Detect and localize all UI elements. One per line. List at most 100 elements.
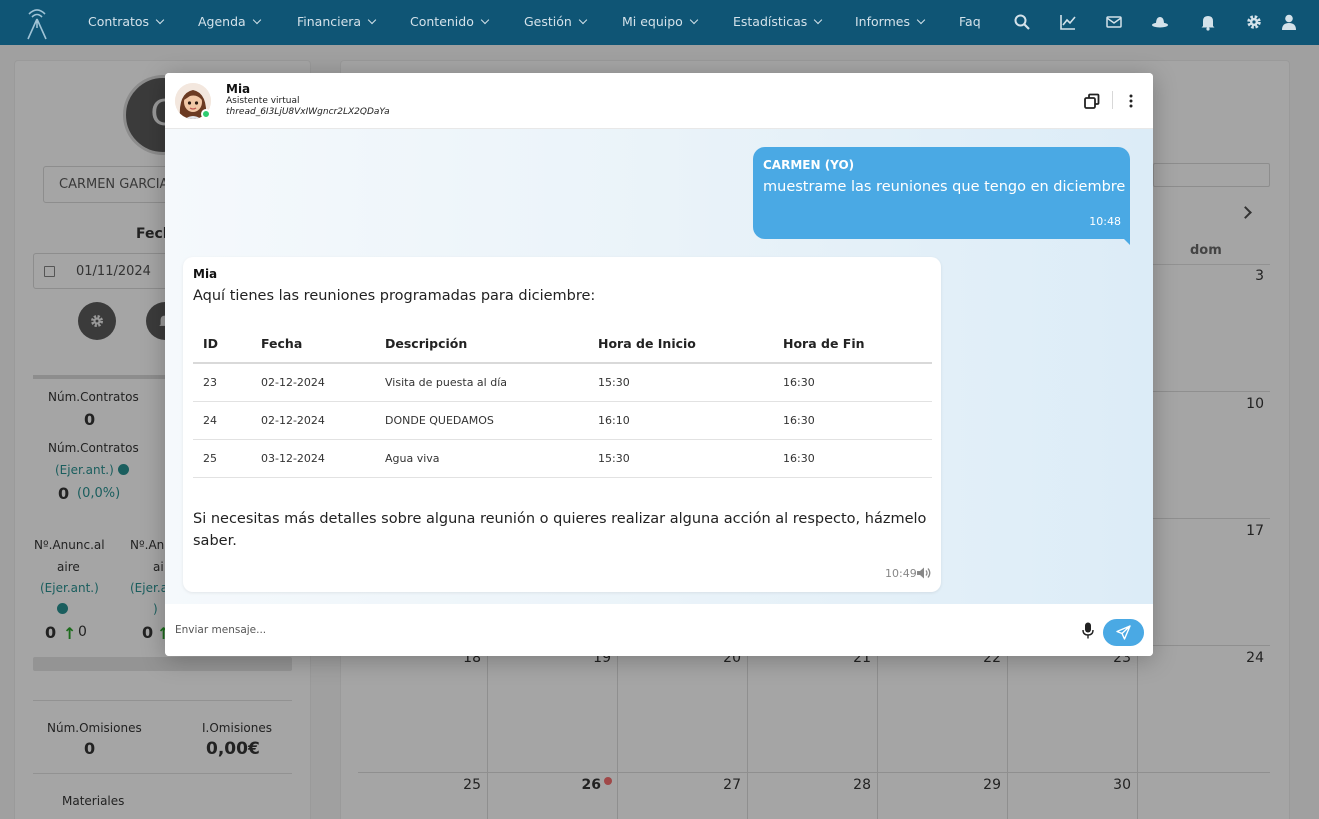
divider — [33, 773, 292, 774]
info-icon[interactable] — [57, 603, 68, 614]
hat-icon[interactable] — [1151, 13, 1169, 31]
contratos-prev-pct: (0,0%) — [77, 486, 121, 501]
calendar-day-today[interactable]: 26 — [488, 773, 618, 819]
online-status-icon — [201, 109, 211, 119]
table-cell: 16:30 — [773, 401, 932, 440]
calendar-day[interactable]: 30 — [1008, 773, 1138, 819]
table-cell: 16:30 — [773, 363, 932, 402]
calendar-day[interactable]: 19 — [488, 646, 618, 773]
nav-financiera[interactable]: Financiera — [297, 0, 377, 45]
nav-contenido[interactable]: Contenido — [410, 0, 490, 45]
date-from-value: 01/11/2024 — [76, 264, 151, 279]
message-intro: Aquí tienes las reuniones programadas pa… — [193, 288, 596, 304]
table-cell: 16:30 — [773, 439, 932, 478]
table-cell: 24 — [193, 401, 251, 440]
date-from-field[interactable]: 01/11/2024 - — [33, 253, 173, 314]
calendar-day[interactable]: 24 — [1138, 646, 1270, 773]
logo-icon[interactable] — [24, 6, 50, 40]
calendar-day[interactable]: 21 — [748, 646, 878, 773]
calendar-day[interactable]: 28 — [748, 773, 878, 819]
chevron-down-icon — [689, 15, 699, 25]
nav-mi-equipo[interactable]: Mi equipo — [622, 0, 699, 45]
table-cell: 02-12-2024 — [251, 363, 375, 402]
nav-informes-label: Informes — [855, 14, 910, 29]
chevron-down-icon — [367, 15, 377, 25]
message-text: muestrame las reuniones que tengo en dic… — [763, 179, 1126, 195]
assistant-message: Mia Aquí tienes las reuniones programada… — [183, 257, 941, 592]
chat-messages[interactable]: CARMEN (YO) muestrame las reuniones que … — [165, 129, 1153, 604]
nav-faq-label: Faq — [959, 14, 981, 29]
chevron-down-icon — [814, 15, 823, 25]
nav-gestion[interactable]: Gestión — [524, 0, 588, 45]
anunc-prev-value: 0 — [78, 624, 87, 640]
message-sender: Mia — [193, 267, 218, 281]
calendar-day[interactable]: 29 — [878, 773, 1008, 819]
table-cell: Visita de puesta al día — [375, 363, 588, 402]
chevron-down-icon — [578, 15, 588, 25]
table-cell: DONDE QUEDAMOS — [375, 401, 588, 440]
contratos-label: Núm.Contratos — [48, 390, 139, 404]
nav-informes[interactable]: Informes — [855, 0, 926, 45]
ejer-ant-text: (Ejer.ant.) — [55, 463, 114, 477]
message-input[interactable] — [175, 617, 1075, 643]
microphone-icon[interactable] — [1082, 622, 1094, 639]
message-sender: CARMEN (YO) — [763, 158, 855, 172]
user-icon[interactable] — [1280, 13, 1298, 31]
divider — [33, 375, 168, 379]
nav-mi-equipo-label: Mi equipo — [622, 14, 683, 29]
user-name-field[interactable]: CARMEN GARCIA — [43, 166, 183, 203]
nav-faq[interactable]: Faq — [959, 0, 981, 45]
info-icon[interactable] — [117, 464, 129, 475]
bell-icon[interactable] — [1199, 13, 1217, 31]
omisiones-label: Núm.Omisiones — [47, 721, 142, 735]
anunc-label-2: aire — [57, 560, 80, 574]
day-number: 29 — [983, 777, 1001, 793]
send-button[interactable] — [1103, 619, 1144, 646]
chevron-down-icon — [252, 15, 261, 25]
assistant-name: Mia — [226, 82, 251, 96]
calendar-day[interactable]: 3 — [1138, 264, 1270, 392]
thread-id: thread_6I3LjU8VxIWgncr2LX2QDaYa — [226, 107, 390, 117]
anunc2-value: 0 — [142, 623, 154, 642]
contratos-prev-label: Núm.Contratos — [48, 441, 139, 455]
divider — [33, 700, 292, 701]
calendar-day[interactable]: 27 — [618, 773, 748, 819]
calendar-day[interactable]: 10 — [1138, 392, 1270, 519]
weekday-dom: dom — [1190, 243, 1222, 258]
bubble-tail — [1120, 235, 1130, 245]
table-cell: Agua viva — [375, 439, 588, 478]
calendar-day[interactable]: 22 — [878, 646, 1008, 773]
calendar-filter-field[interactable] — [1153, 163, 1270, 187]
table-header-row: ID Fecha Descripción Hora de Inicio Hora… — [193, 324, 932, 364]
nav-estadisticas[interactable]: Estadísticas — [733, 0, 823, 45]
nav-contratos[interactable]: Contratos — [88, 0, 165, 45]
meetings-table: ID Fecha Descripción Hora de Inicio Hora… — [193, 324, 932, 478]
settings-button[interactable] — [78, 302, 116, 340]
more-options-icon[interactable] — [1121, 91, 1141, 111]
chart-icon[interactable] — [1059, 13, 1077, 31]
day-number: 25 — [463, 777, 481, 793]
column-header: Descripción — [375, 324, 588, 364]
calendar-day[interactable]: 23 — [1008, 646, 1138, 773]
message-composer — [165, 604, 1153, 656]
calendar-day[interactable]: 20 — [618, 646, 748, 773]
omisiones-value: 0 — [84, 739, 96, 758]
gear-icon[interactable] — [1245, 13, 1263, 31]
table-row: 23 02-12-2024 Visita de puesta al día 15… — [193, 363, 932, 402]
table-row: 24 02-12-2024 DONDE QUEDAMOS 16:10 16:30 — [193, 401, 932, 440]
restore-window-icon[interactable] — [1082, 91, 1102, 111]
table-cell: 03-12-2024 — [251, 439, 375, 478]
anunc2-label-2: ai — [153, 560, 164, 574]
calendar-day[interactable]: 17 — [1138, 519, 1270, 646]
anunc-label-1: Nº.Anunc.al — [34, 538, 105, 552]
mail-icon[interactable] — [1105, 13, 1123, 31]
calendar-day[interactable]: 18 — [358, 646, 488, 773]
calendar-day[interactable]: 25 — [358, 773, 488, 819]
nav-agenda[interactable]: Agenda — [198, 0, 261, 45]
search-icon[interactable] — [1013, 13, 1031, 31]
day-number: 30 — [1113, 777, 1131, 793]
i-omisiones-label: I.Omisiones — [202, 721, 272, 735]
speaker-icon[interactable] — [916, 566, 932, 580]
assistant-chat-modal: Mia Asistente virtual thread_6I3LjU8VxIW… — [165, 73, 1153, 656]
calendar-icon — [44, 266, 55, 277]
